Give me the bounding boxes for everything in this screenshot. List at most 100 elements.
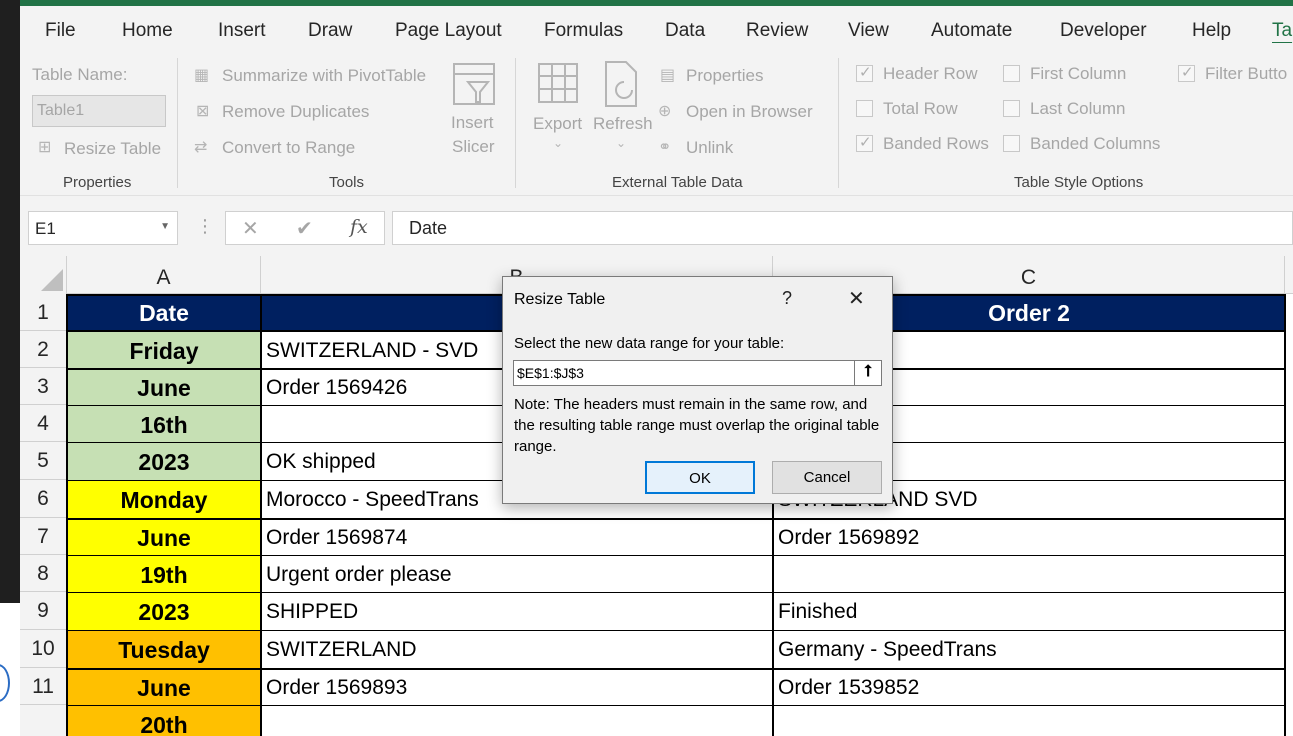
- date-cell[interactable]: Monday: [67, 480, 261, 518]
- last-column-label: Last Column: [1030, 99, 1126, 118]
- tab-draw[interactable]: Draw: [308, 20, 352, 42]
- tab-view[interactable]: View: [848, 20, 889, 42]
- tab-insert[interactable]: Insert: [218, 20, 266, 42]
- tab-automate[interactable]: Automate: [931, 20, 1012, 42]
- date-cell[interactable]: 20th: [67, 705, 261, 736]
- formula-bar-grip-icon[interactable]: ⋮: [196, 216, 214, 237]
- excel-window: File Home Insert Draw Page Layout Formul…: [0, 0, 1293, 736]
- convert-to-range-button[interactable]: Convert to Range: [222, 138, 355, 158]
- filter-button-checkbox[interactable]: [1178, 63, 1195, 82]
- range-input[interactable]: $E$1:$J$3: [513, 360, 855, 386]
- properties-icon: ▤: [660, 67, 676, 84]
- resize-table-button[interactable]: Resize Table: [64, 139, 161, 159]
- tab-help[interactable]: Help: [1192, 20, 1231, 42]
- column-header-a[interactable]: A: [67, 256, 261, 294]
- row-header[interactable]: 7: [20, 518, 67, 555]
- cancel-button[interactable]: Cancel: [772, 461, 882, 494]
- last-column-checkbox[interactable]: [1003, 100, 1020, 117]
- ok-button[interactable]: OK: [645, 461, 755, 494]
- row-header[interactable]: [20, 705, 67, 736]
- row-header[interactable]: 11: [20, 668, 67, 705]
- insert-slicer-label-2[interactable]: Slicer: [452, 137, 495, 157]
- order2-cell[interactable]: [773, 555, 1285, 592]
- export-dropdown-icon[interactable]: ⌄: [553, 136, 563, 150]
- tab-review[interactable]: Review: [746, 20, 808, 42]
- order2-cell[interactable]: [773, 705, 1285, 736]
- enter-formula-icon[interactable]: ✔: [296, 216, 313, 241]
- tab-home[interactable]: Home: [122, 20, 173, 42]
- order2-cell[interactable]: Finished: [773, 592, 1285, 630]
- date-cell[interactable]: 2023: [67, 442, 261, 480]
- convert-to-range-icon: ⇄: [194, 139, 208, 156]
- date-cell[interactable]: 19th: [67, 555, 261, 592]
- close-icon[interactable]: ✕: [848, 286, 865, 311]
- date-cell[interactable]: 2023: [67, 592, 261, 630]
- row-header[interactable]: 9: [20, 592, 67, 630]
- header-row-label: Header Row: [883, 64, 978, 83]
- tab-formulas[interactable]: Formulas: [544, 20, 623, 42]
- export-button[interactable]: Export: [533, 114, 582, 134]
- help-icon[interactable]: ?: [782, 288, 792, 309]
- order-cell[interactable]: Order 1569893: [261, 668, 773, 705]
- row-header[interactable]: 1: [20, 294, 67, 331]
- cell-border: [67, 705, 1285, 706]
- header-row-checkbox[interactable]: [856, 63, 873, 82]
- total-row-checkbox[interactable]: [856, 100, 873, 117]
- cell-border: [67, 518, 1285, 520]
- order-cell[interactable]: Urgent order please: [261, 555, 773, 592]
- unlink-icon: ⚭: [658, 139, 672, 156]
- date-cell[interactable]: June: [67, 368, 261, 405]
- formula-input[interactable]: Date: [392, 211, 1293, 245]
- insert-slicer-label-1[interactable]: Insert: [451, 113, 494, 133]
- table-header-cell[interactable]: Date: [67, 294, 261, 331]
- collapse-dialog-icon[interactable]: ⭡: [854, 360, 882, 386]
- table-name-input[interactable]: Table1: [32, 95, 166, 127]
- first-column-checkbox[interactable]: [1003, 65, 1020, 82]
- name-box-value: E1: [35, 219, 56, 238]
- insert-function-icon[interactable]: fx: [350, 216, 368, 238]
- unlink-button[interactable]: Unlink: [686, 138, 733, 158]
- tab-data[interactable]: Data: [665, 20, 705, 42]
- order2-cell[interactable]: Order 1569892: [773, 518, 1285, 555]
- row-header[interactable]: 10: [20, 630, 67, 668]
- cell-border: [67, 668, 1285, 670]
- row-header[interactable]: 5: [20, 442, 67, 480]
- tab-page-layout[interactable]: Page Layout: [395, 20, 502, 42]
- order-cell[interactable]: Order 1569874: [261, 518, 773, 555]
- row-header[interactable]: 4: [20, 405, 67, 442]
- tab-table-design[interactable]: Ta: [1272, 20, 1292, 42]
- select-all-corner[interactable]: [20, 256, 67, 294]
- order2-cell[interactable]: Germany - SpeedTrans: [773, 630, 1285, 668]
- refresh-button[interactable]: Refresh: [593, 114, 653, 134]
- cancel-formula-icon[interactable]: ✕: [242, 216, 259, 241]
- banded-rows-checkbox[interactable]: [856, 133, 873, 152]
- row-header[interactable]: 6: [20, 480, 67, 518]
- order-cell[interactable]: SHIPPED: [261, 592, 773, 630]
- date-cell[interactable]: Friday: [67, 331, 261, 368]
- name-box[interactable]: E1 ▼: [28, 211, 178, 245]
- date-cell[interactable]: June: [67, 518, 261, 555]
- resize-table-dialog: Resize Table ? ✕ Select the new data ran…: [502, 276, 893, 504]
- properties-button[interactable]: Properties: [686, 66, 763, 86]
- date-cell[interactable]: Tuesday: [67, 630, 261, 668]
- row-header[interactable]: 2: [20, 331, 67, 368]
- tab-file[interactable]: File: [45, 20, 76, 42]
- refresh-dropdown-icon[interactable]: ⌄: [616, 136, 626, 150]
- remove-duplicates-button[interactable]: Remove Duplicates: [222, 102, 369, 122]
- order-cell[interactable]: SWITZERLAND: [261, 630, 773, 668]
- insert-slicer-icon: [453, 63, 495, 105]
- date-cell[interactable]: June: [67, 668, 261, 705]
- date-cell[interactable]: 16th: [67, 405, 261, 442]
- banded-columns-checkbox[interactable]: [1003, 135, 1020, 152]
- row-header[interactable]: 8: [20, 555, 67, 592]
- open-in-browser-button[interactable]: Open in Browser: [686, 102, 813, 122]
- tab-developer[interactable]: Developer: [1060, 20, 1147, 42]
- group-label-tools: Tools: [329, 174, 365, 191]
- summarize-pivottable-button[interactable]: Summarize with PivotTable: [222, 66, 426, 86]
- table-name-label: Table Name:: [32, 65, 128, 84]
- order-cell[interactable]: [261, 705, 773, 736]
- order2-cell[interactable]: Order 1539852: [773, 668, 1285, 705]
- row-header[interactable]: 3: [20, 368, 67, 405]
- name-box-dropdown-icon[interactable]: ▼: [160, 221, 170, 232]
- refresh-icon: [605, 61, 637, 107]
